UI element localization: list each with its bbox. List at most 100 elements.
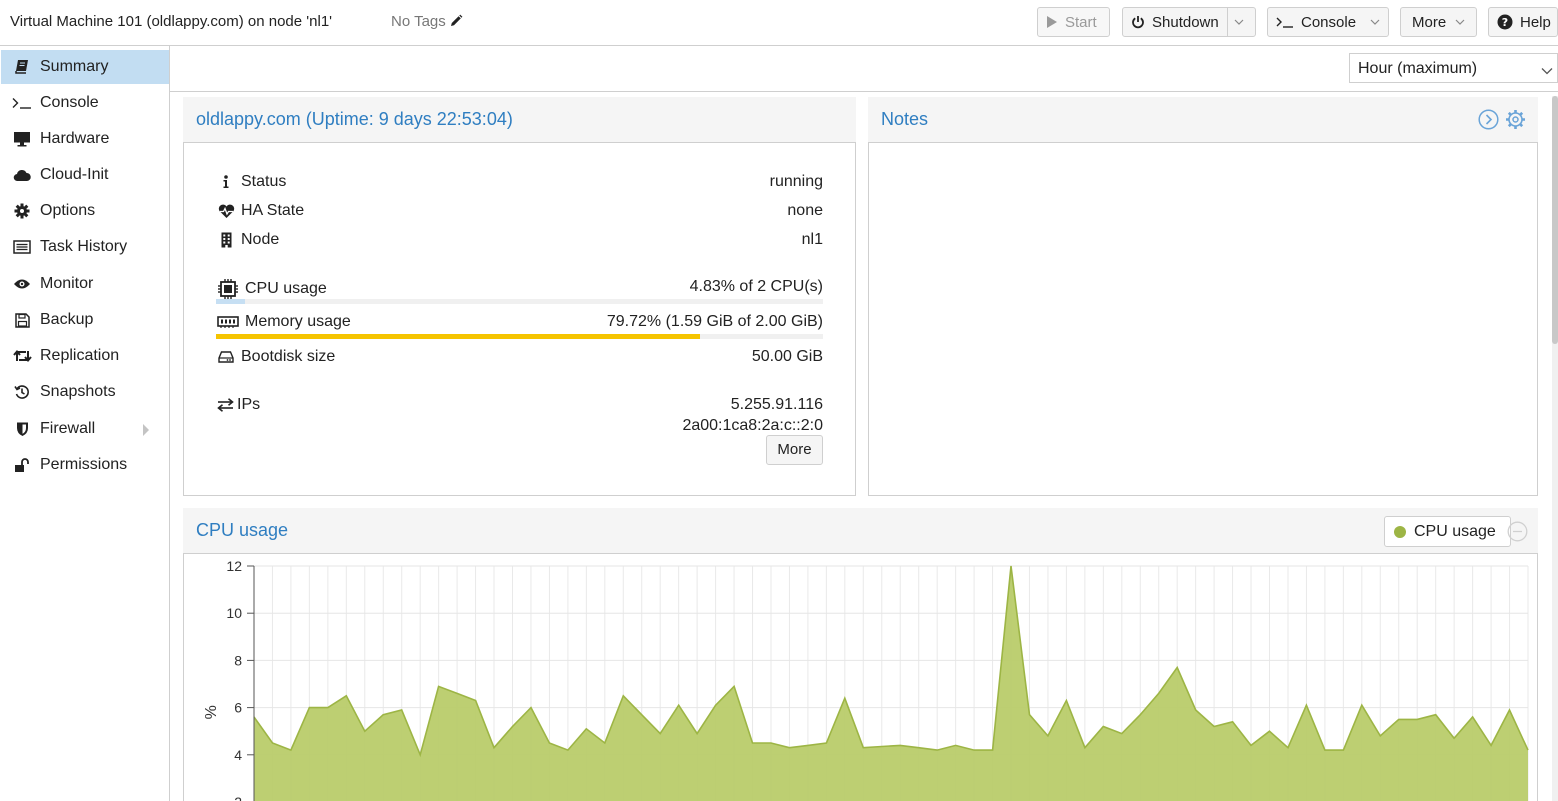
hdd-icon [216,351,236,363]
legend-swatch [1394,525,1406,538]
memory-icon [216,316,240,328]
tags-label: No Tags [391,13,446,30]
tags-area[interactable]: No Tags [391,13,463,30]
cpu-chip-icon [216,278,240,300]
retweet-icon [12,349,32,363]
ha-state-row: HA State none [216,200,823,222]
cpu-usage-legend-button[interactable]: CPU usage [1384,516,1511,547]
shield-icon [12,421,32,437]
vm-title: Virtual Machine 101 (oldlappy.com) on no… [10,13,333,30]
chevron-down-icon[interactable] [1234,19,1244,25]
sidebar-item-label: Hardware [40,130,110,147]
sidebar-item-console[interactable]: Console [1,86,169,120]
status-label: Status [241,173,287,190]
sidebar-item-summary[interactable]: Summary [1,50,169,84]
monitor-icon [12,131,32,147]
cpu-usage-row: CPU usage 4.83% of 2 CPU(s) [216,276,823,300]
scrollbar-thumb[interactable] [1552,96,1558,344]
node-value: nl1 [801,231,823,248]
sidebar-item-label: Permissions [40,456,128,473]
help-button[interactable]: ? Help [1488,7,1558,37]
sidebar-item-task-history[interactable]: Task History [1,230,169,264]
more-menu-button[interactable]: More [1400,7,1477,37]
expand-arrow-icon[interactable] [143,424,149,436]
cpu-usage-label: CPU usage [245,280,327,297]
sidebar-item-firewall[interactable]: Firewall [1,412,169,446]
cpu-usage-bar [216,299,823,304]
y-tick-label: 2 [234,794,242,801]
sidebar-item-label: Console [40,94,99,111]
chevron-down-icon [1455,19,1465,25]
timeframe-select[interactable]: Hour (maximum) [1349,53,1558,83]
status-value: running [769,173,823,190]
cpu-chart-body: 2 4 6 8 10 12% [183,553,1538,801]
memory-usage-row: Memory usage 79.72% (1.59 GiB of 2.00 Gi… [216,311,823,333]
sidebar-item-cloud-init[interactable]: Cloud-Init [1,158,169,192]
notes-content[interactable] [868,142,1538,496]
ips-more-button[interactable]: More [766,435,823,465]
heartbeat-icon [216,204,236,219]
status-panel: Status running HA State none Node nl1 CP… [183,142,856,496]
cpu-usage-value: 4.83% of 2 CPU(s) [689,278,823,295]
sidebar-item-label: Summary [40,58,109,75]
cpu-usage-area [254,566,1528,801]
sidebar-item-label: Options [40,202,96,219]
question-icon: ? [1497,14,1513,30]
terminal-icon [1276,16,1294,28]
main-content: Hour (maximum) oldlappy.com (Uptime: 9 d… [170,46,1558,801]
sidebar-item-replication[interactable]: Replication [1,339,169,373]
cpu-chart-title: CPU usage [196,520,289,540]
cpu-usage-bar-fill [216,299,246,304]
sidebar-item-backup[interactable]: Backup [1,303,169,337]
y-tick-label: 6 [234,700,242,716]
chevron-circle-right-icon[interactable] [1478,109,1499,133]
chevron-down-icon [1541,62,1553,80]
summary-toolbar: Hour (maximum) [170,46,1558,92]
y-axis-label: % [203,705,220,719]
more-label: More [1412,13,1447,31]
ha-state-value: none [787,202,823,219]
ipv6-value: 2a00:1ca8:2a:c::2:0 [682,417,823,434]
sidebar-item-snapshots[interactable]: Snapshots [1,375,169,409]
sidebar-item-label: Backup [40,311,94,328]
ha-state-label: HA State [241,202,305,219]
pencil-icon[interactable] [449,14,463,28]
cpu-chart-header: CPU usage CPU usage [183,508,1538,554]
sidebar-item-options[interactable]: Options [1,194,169,228]
sidebar-item-label: Monitor [40,275,94,292]
ips-row: IPs 5.255.91.116 2a00:1ca8:2a:c::2:0 [216,394,823,438]
collapse-icon[interactable] [1507,521,1528,545]
legend-label: CPU usage [1414,522,1496,540]
gear-icon[interactable] [1505,109,1526,133]
bootdisk-row: Bootdisk size 50.00 GiB [216,346,823,368]
list-icon [12,240,32,254]
sidebar-item-hardware[interactable]: Hardware [1,122,169,156]
sidebar: Summary Console Hardware Cloud-Init Opti… [0,46,170,801]
sidebar-item-label: Snapshots [40,383,116,400]
notes-panel-header: Notes [868,97,1538,143]
console-button[interactable]: Console [1267,7,1389,37]
sidebar-item-monitor[interactable]: Monitor [1,267,169,301]
building-icon [216,232,236,248]
unlock-icon [12,457,32,473]
help-label: Help [1520,13,1551,31]
status-row: Status running [216,171,823,193]
shutdown-label: Shutdown [1152,13,1219,31]
sidebar-item-label: Replication [40,347,120,364]
timeframe-value: Hour (maximum) [1358,60,1478,77]
content-scrollbar[interactable] [1552,96,1558,801]
cpu-usage-chart: 2 4 6 8 10 12% [203,558,1529,801]
sidebar-item-label: Firewall [40,420,96,437]
sidebar-item-label: Cloud-Init [40,166,109,183]
ips-label: IPs [237,396,261,413]
svg-text:?: ? [1502,16,1508,29]
start-label: Start [1065,13,1097,31]
exchange-icon [216,398,234,412]
start-button[interactable]: Start [1037,7,1110,37]
node-row: Node nl1 [216,229,823,251]
bootdisk-value: 50.00 GiB [751,348,823,365]
shutdown-button[interactable]: Shutdown [1122,7,1256,37]
sidebar-item-permissions[interactable]: Permissions [1,448,169,482]
chevron-down-icon[interactable] [1370,19,1380,25]
bootdisk-label: Bootdisk size [241,348,336,365]
